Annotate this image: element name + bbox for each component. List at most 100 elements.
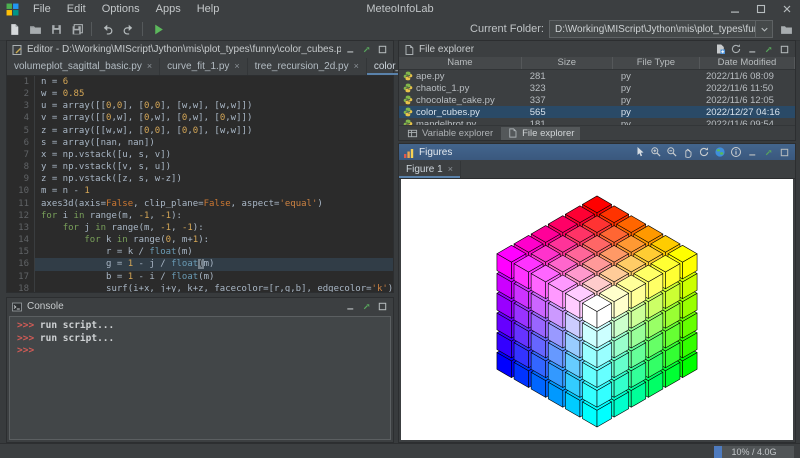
code-text: w = 0.85 [35,88,393,100]
pointer-icon [634,146,646,158]
code-line[interactable]: 18 surf(i+x, j+y, k+z, facecolor=[r,g,b]… [7,283,393,292]
redo-button[interactable] [119,20,138,38]
new-file-icon [8,23,21,36]
current-folder-value[interactable]: D:\Working\MIScript\Jython\mis\plot_type… [550,24,755,35]
maximize-button[interactable] [375,43,389,56]
file-size: 323 [522,83,613,94]
file-row[interactable]: ape.py281py2022/11/6 08:09 [399,70,795,82]
info-button[interactable] [729,146,743,159]
zoom-in-button[interactable] [649,146,663,159]
tab-close-icon[interactable]: × [448,165,453,174]
menu-file[interactable]: File [25,0,59,18]
float-button[interactable] [761,146,775,159]
line-number: 1 [7,76,35,88]
editor-tab[interactable]: curve_fit_1.py× [160,58,248,75]
save-all-button[interactable] [68,20,87,38]
code-line[interactable]: 3u = array([[0,0], [0,0], [w,w], [w,w]]) [7,100,393,112]
undo-button[interactable] [98,20,117,38]
line-number: 5 [7,125,35,137]
maximize-button[interactable] [777,146,791,159]
editor-tab[interactable]: tree_recursion_2d.py× [248,58,367,75]
column-header-name[interactable]: Name [399,57,522,69]
refresh-button[interactable] [729,43,743,56]
save-button[interactable] [47,20,66,38]
bottom-tab-variable-explorer[interactable]: Variable explorer [401,127,499,140]
code-text: s = array([nan, nan]) [35,137,393,149]
browse-folder-button[interactable] [776,20,796,38]
code-line[interactable]: 14 for k in range(0, m+1): [7,234,393,246]
open-folder-button[interactable] [26,20,45,38]
rotate-button[interactable] [697,146,711,159]
code-line[interactable]: 10m = n - 1 [7,185,393,197]
new-file-button[interactable] [5,20,24,38]
figure-canvas[interactable] [401,179,793,440]
run-button[interactable] [149,20,168,38]
minimize-button[interactable] [343,43,357,56]
code-line[interactable]: 5z = array([[w,w], [0,0], [0,0], [w,w]]) [7,125,393,137]
float-button[interactable] [761,43,775,56]
file-size: 281 [522,71,613,82]
code-editor[interactable]: 1n = 62w = 0.853u = array([[0,0], [0,0],… [7,76,393,292]
file-row[interactable]: color_cubes.py565py2022/12/27 04:16 [399,106,795,118]
editor-tab-bar: volumeplot_sagittal_basic.py×curve_fit_1… [7,57,393,76]
win-close-icon [781,3,793,15]
status-bar: 10% / 4.0G [0,443,800,458]
zoom-out-button[interactable] [665,146,679,159]
pan-button[interactable] [681,146,695,159]
win-maximize-button[interactable] [748,0,774,18]
maximize-icon [779,147,790,158]
code-line[interactable]: 13 for j in range(m, -1, -1): [7,222,393,234]
minimize-button[interactable] [343,300,357,313]
column-header-date-modified[interactable]: Date Modified [700,57,795,69]
editor-panel-header: Editor - D:\Working\MIScript\Jython\mis\… [7,41,393,57]
win-close-button[interactable] [774,0,800,18]
code-line[interactable]: 11axes3d(axis=False, clip_plane=False, a… [7,198,393,210]
python-file-icon [403,71,413,81]
figure-tab[interactable]: Figure 1× [399,161,461,178]
menu-options[interactable]: Options [94,0,148,18]
minimize-icon [345,44,356,55]
code-line[interactable]: 2w = 0.85 [7,88,393,100]
code-line[interactable]: 16 g = 1 - j / float(m) [7,258,393,270]
tab-close-icon[interactable]: × [354,62,359,71]
code-line[interactable]: 12for i in range(m, -1, -1): [7,210,393,222]
chevron-down-icon [759,24,770,35]
maximize-button[interactable] [375,300,389,313]
code-line[interactable]: 1n = 6 [7,76,393,88]
tab-close-icon[interactable]: × [147,62,152,71]
file-row[interactable]: chocolate_cake.py337py2022/11/6 12:05 [399,94,795,106]
line-number: 13 [7,222,35,234]
column-header-file-type[interactable]: File Type [613,57,700,69]
menu-apps[interactable]: Apps [148,0,189,18]
file-type: py [613,95,700,106]
pointer-button[interactable] [633,146,647,159]
column-header-size[interactable]: Size [522,57,613,69]
float-button[interactable] [359,43,373,56]
globe-button[interactable] [713,146,727,159]
code-line[interactable]: 4v = array([[0,w], [0,w], [0,w], [0,w]]) [7,112,393,124]
file-name: color_cubes.py [416,107,480,118]
code-line[interactable]: 17 b = 1 - i / float(m) [7,271,393,283]
code-line[interactable]: 9z = np.vstack([z, s, w-z]) [7,173,393,185]
info-icon [730,146,742,158]
tab-close-icon[interactable]: × [234,62,239,71]
code-line[interactable]: 6s = array([nan, nan]) [7,137,393,149]
code-line[interactable]: 7x = np.vstack([u, s, v]) [7,149,393,161]
win-minimize-button[interactable] [722,0,748,18]
code-line[interactable]: 8y = np.vstack([v, s, u]) [7,161,393,173]
minimize-button[interactable] [745,146,759,159]
console-output[interactable]: >>> run script...>>> run script...>>> [9,316,391,440]
code-line[interactable]: 15 r = k / float(m) [7,246,393,258]
menu-help[interactable]: Help [189,0,228,18]
float-button[interactable] [359,300,373,313]
maximize-button[interactable] [777,43,791,56]
new-page-button[interactable] [713,43,727,56]
menu-edit[interactable]: Edit [59,0,94,18]
file-row[interactable]: chaotic_1.py323py2022/11/6 11:50 [399,82,795,94]
chevron-down-icon[interactable] [755,21,772,37]
current-folder-combo[interactable]: D:\Working\MIScript\Jython\mis\plot_type… [549,20,773,38]
file-name-cell: chocolate_cake.py [399,95,522,106]
minimize-button[interactable] [745,43,759,56]
bottom-tab-file-explorer[interactable]: File explorer [501,127,580,140]
editor-tab[interactable]: volumeplot_sagittal_basic.py× [7,58,160,75]
